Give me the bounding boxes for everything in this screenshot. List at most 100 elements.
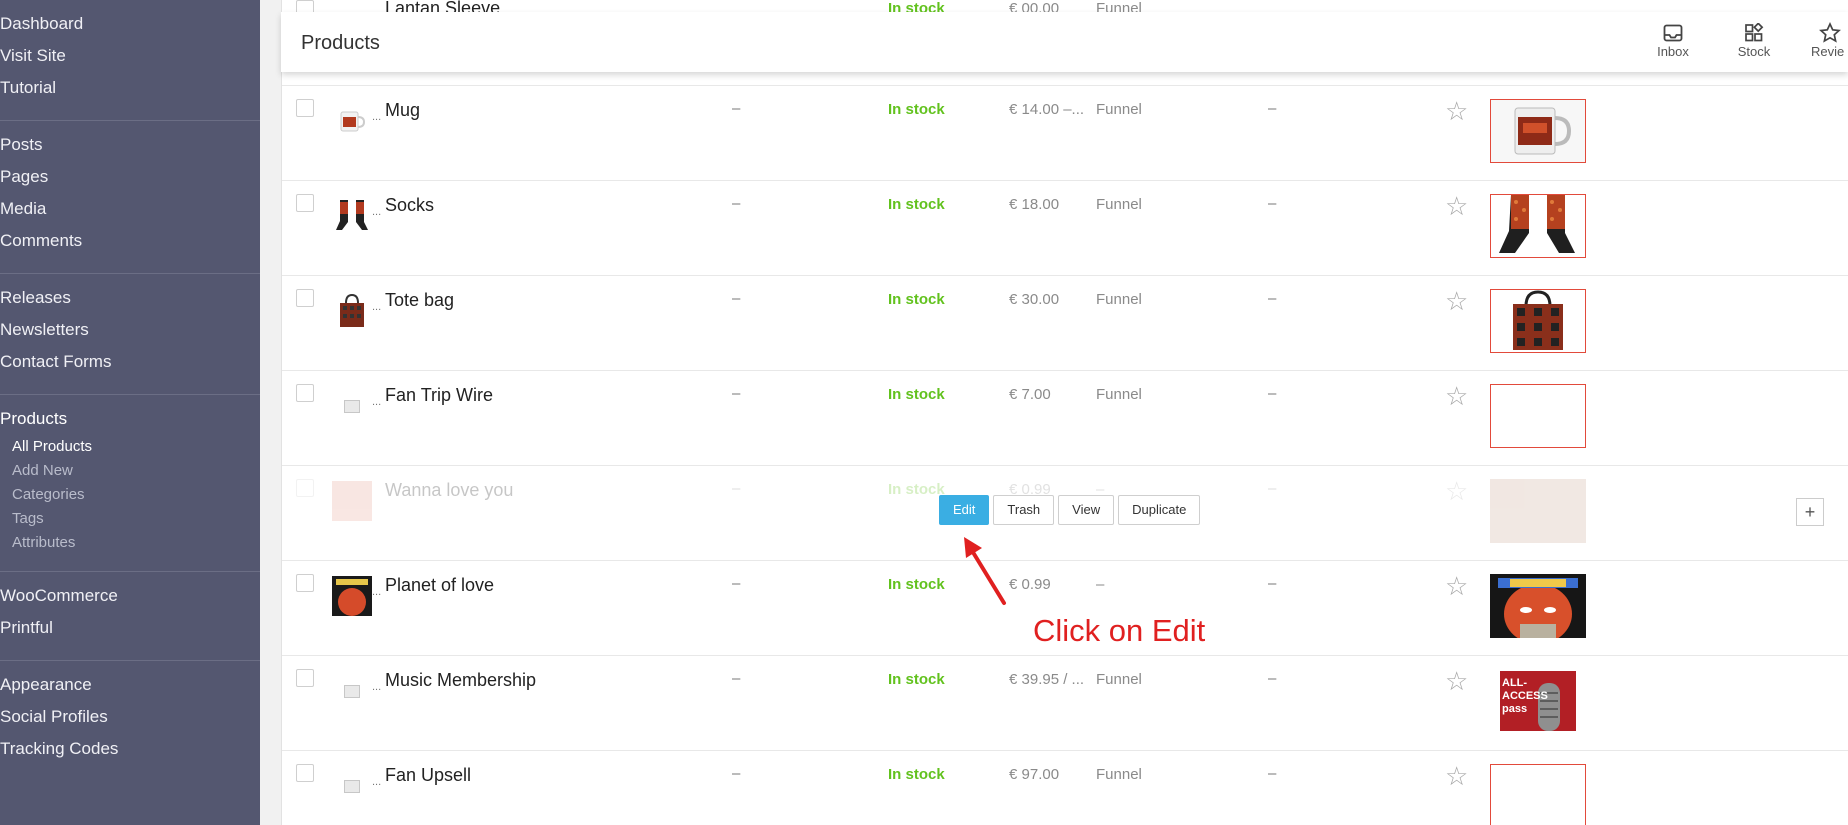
row-checkbox[interactable] bbox=[296, 99, 314, 117]
sidebar-item-comments[interactable]: Comments bbox=[0, 225, 260, 257]
product-name[interactable]: Wanna love you bbox=[385, 480, 513, 501]
sidebar-item-pages[interactable]: Pages bbox=[0, 161, 260, 193]
row-ellipsis: ... bbox=[372, 301, 382, 313]
category: – bbox=[1096, 576, 1105, 593]
featured-star-icon[interactable]: ☆ bbox=[1445, 193, 1468, 219]
edit-button[interactable]: Edit bbox=[939, 495, 990, 525]
annotation-arrow-icon bbox=[964, 537, 1006, 605]
sidebar-group-settings: Appearance Social Profiles Tracking Code… bbox=[0, 661, 260, 781]
sidebar-subitem-all-products[interactable]: All Products bbox=[0, 435, 260, 459]
product-name[interactable]: Music Membership bbox=[385, 670, 536, 691]
sidebar-subitem-add-new[interactable]: Add New bbox=[0, 459, 260, 483]
tags: – bbox=[1268, 195, 1277, 212]
product-image-music-membership[interactable]: ALL-ACCESS pass bbox=[1490, 669, 1586, 733]
inbox-icon bbox=[1648, 22, 1698, 44]
sidebar-item-tutorial[interactable]: Tutorial bbox=[0, 72, 260, 104]
product-name[interactable]: Socks bbox=[385, 195, 434, 216]
sidebar-subitem-categories[interactable]: Categories bbox=[0, 483, 260, 507]
sidebar-item-dashboard[interactable]: Dashboard bbox=[0, 8, 260, 40]
product-image-empty[interactable] bbox=[1490, 764, 1586, 825]
row-ellipsis: ... bbox=[372, 206, 382, 218]
stock-status: In stock bbox=[888, 386, 945, 403]
price: € 0.99 bbox=[1009, 576, 1051, 593]
sidebar-item-woocommerce[interactable]: WooCommerce bbox=[0, 580, 260, 612]
image-placeholder-icon bbox=[344, 779, 360, 793]
product-thumbnail-placeholder bbox=[332, 671, 372, 711]
expand-row-button[interactable]: + bbox=[1796, 498, 1824, 526]
product-image-socks[interactable] bbox=[1490, 194, 1586, 258]
product-name[interactable]: Planet of love bbox=[385, 575, 494, 596]
category[interactable]: Funnel bbox=[1096, 671, 1142, 688]
sidebar-item-releases[interactable]: Releases bbox=[0, 282, 260, 314]
sidebar-subitem-tags[interactable]: Tags bbox=[0, 507, 260, 531]
toolbar-stock[interactable]: Stock bbox=[1729, 22, 1779, 59]
featured-star-icon[interactable]: ☆ bbox=[1445, 383, 1468, 409]
sku: – bbox=[732, 670, 741, 687]
sidebar-item-newsletters[interactable]: Newsletters bbox=[0, 314, 260, 346]
product-image-empty[interactable] bbox=[1490, 384, 1586, 448]
sidebar-item-printful[interactable]: Printful bbox=[0, 612, 260, 644]
row-ellipsis: ... bbox=[372, 776, 382, 788]
stock-status: In stock bbox=[888, 766, 945, 783]
table-row: ... Fan Trip Wire – In stock € 7.00 Funn… bbox=[282, 370, 1848, 466]
featured-star-icon[interactable]: ☆ bbox=[1445, 573, 1468, 599]
row-checkbox[interactable] bbox=[296, 384, 314, 402]
category[interactable]: Funnel bbox=[1096, 291, 1142, 308]
product-thumbnail-socks bbox=[332, 196, 372, 236]
row-checkbox[interactable] bbox=[296, 574, 314, 592]
row-checkbox[interactable] bbox=[296, 669, 314, 687]
sidebar-item-visit-site[interactable]: Visit Site bbox=[0, 40, 260, 72]
stock-status: In stock bbox=[888, 576, 945, 593]
sidebar-item-appearance[interactable]: Appearance bbox=[0, 669, 260, 701]
tags: – bbox=[1268, 290, 1277, 307]
duplicate-button[interactable]: Duplicate bbox=[1118, 495, 1201, 525]
sidebar-group-top: Dashboard Visit Site Tutorial bbox=[0, 0, 260, 121]
trash-button[interactable]: Trash bbox=[993, 495, 1055, 525]
sidebar-item-contact-forms[interactable]: Contact Forms bbox=[0, 346, 260, 378]
product-image-mug[interactable] bbox=[1490, 99, 1586, 163]
category[interactable]: Funnel bbox=[1096, 196, 1142, 213]
star-icon bbox=[1811, 22, 1848, 44]
sidebar-subitem-attributes[interactable]: Attributes bbox=[0, 531, 260, 555]
sidebar-item-products[interactable]: Products bbox=[0, 403, 260, 435]
product-name[interactable]: Fan Trip Wire bbox=[385, 385, 493, 406]
product-image-tote-bag[interactable] bbox=[1490, 289, 1586, 353]
product-thumbnail-tote-bag bbox=[332, 291, 372, 331]
stock-status: In stock bbox=[888, 196, 945, 213]
sidebar-item-tracking-codes[interactable]: Tracking Codes bbox=[0, 733, 260, 765]
toolbar-reviews[interactable]: Revie bbox=[1811, 22, 1848, 59]
featured-star-icon[interactable]: ☆ bbox=[1445, 98, 1468, 124]
row-checkbox[interactable] bbox=[296, 764, 314, 782]
category[interactable]: Funnel bbox=[1096, 386, 1142, 403]
table-row: ... Socks – In stock € 18.00 Funnel – ☆ bbox=[282, 180, 1848, 276]
product-image-planet-of-love[interactable] bbox=[1490, 574, 1586, 638]
product-image-wanna-love-you[interactable] bbox=[1490, 479, 1586, 543]
sidebar-item-media[interactable]: Media bbox=[0, 193, 260, 225]
category[interactable]: Funnel bbox=[1096, 101, 1142, 118]
sidebar-item-posts[interactable]: Posts bbox=[0, 129, 260, 161]
row-checkbox[interactable] bbox=[296, 479, 314, 497]
tags: – bbox=[1268, 765, 1277, 782]
row-checkbox[interactable] bbox=[296, 194, 314, 212]
product-name[interactable]: Fan Upsell bbox=[385, 765, 471, 786]
price: € 7.00 bbox=[1009, 386, 1051, 403]
tags: – bbox=[1268, 100, 1277, 117]
featured-star-icon[interactable]: ☆ bbox=[1445, 478, 1468, 504]
featured-star-icon[interactable]: ☆ bbox=[1445, 288, 1468, 314]
row-checkbox[interactable] bbox=[296, 289, 314, 307]
featured-star-icon[interactable]: ☆ bbox=[1445, 763, 1468, 789]
product-thumbnail-planet-of-love bbox=[332, 576, 372, 616]
toolbar-inbox[interactable]: Inbox bbox=[1648, 22, 1698, 59]
featured-star-icon[interactable]: ☆ bbox=[1445, 668, 1468, 694]
view-button[interactable]: View bbox=[1058, 495, 1115, 525]
price: € 18.00 bbox=[1009, 196, 1060, 213]
stock-status: In stock bbox=[888, 481, 945, 498]
stock-icon bbox=[1729, 22, 1779, 44]
row-actions: Edit Trash View Duplicate bbox=[939, 495, 1201, 525]
product-name[interactable]: Mug bbox=[385, 100, 420, 121]
sidebar-item-social-profiles[interactable]: Social Profiles bbox=[0, 701, 260, 733]
product-name[interactable]: Tote bag bbox=[385, 290, 454, 311]
price: € 39.95 / ... bbox=[1009, 671, 1084, 688]
category[interactable]: Funnel bbox=[1096, 766, 1142, 783]
sku: – bbox=[732, 765, 741, 782]
